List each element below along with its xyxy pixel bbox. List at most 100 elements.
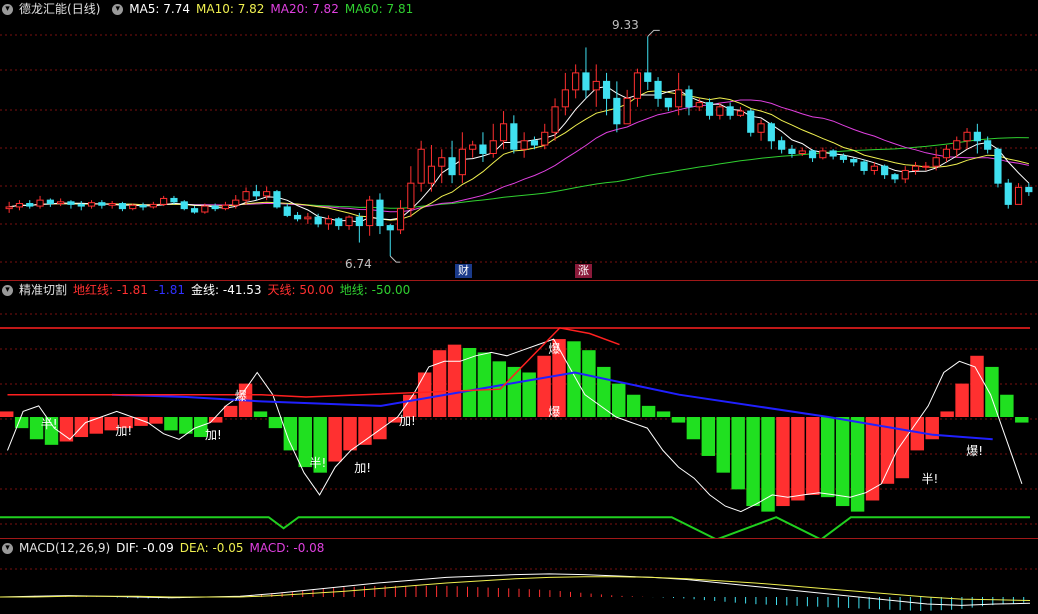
- candle-body: [953, 140, 961, 150]
- candle-body: [458, 148, 466, 176]
- indicator-header: ▾ 精准切割 地红线: -1.81 -1.81 金线: -41.53 天线: 50.00 地…: [0, 281, 416, 299]
- indicator-bar: [343, 417, 357, 451]
- candle-body: [654, 80, 662, 99]
- signal-label: 爆: [234, 388, 247, 403]
- candle-body: [705, 102, 714, 116]
- ma10-label: MA10: 7.82: [196, 2, 265, 16]
- indicator-bar: [417, 372, 432, 417]
- macd-value-label: MACD: -0.08: [249, 541, 325, 555]
- indicator-bar: [985, 366, 999, 417]
- indicator-bar: [223, 405, 238, 417]
- signal-label: 加!: [204, 427, 222, 442]
- collapse-icon[interactable]: ▾: [2, 285, 13, 296]
- candle-body: [551, 106, 559, 133]
- candle-body: [623, 97, 631, 125]
- candle-body: [15, 203, 24, 208]
- indicator-bar: [1015, 417, 1029, 423]
- dea-line: [0, 576, 1031, 601]
- settings-icon[interactable]: ▾: [112, 4, 124, 15]
- indicator-bar: [253, 411, 268, 417]
- signal-label: 加!: [399, 414, 416, 429]
- candle-body: [273, 191, 281, 208]
- candle-body: [304, 216, 312, 220]
- candle-body: [263, 191, 271, 197]
- ma5-label: MA5: 7.74: [129, 2, 190, 16]
- candle-body: [479, 144, 487, 154]
- stock-name: 德龙汇能: [19, 2, 68, 16]
- candle-body: [582, 72, 590, 91]
- candle-body: [829, 150, 837, 157]
- indicator-bar: [626, 394, 641, 417]
- indicator-bar: [656, 411, 671, 417]
- indicator-bar: [612, 383, 626, 417]
- low-price-label: 6.74: [345, 257, 372, 271]
- indicator-bar: [641, 405, 656, 417]
- indicator-bar: [850, 417, 865, 512]
- finance-badge[interactable]: 财: [455, 264, 472, 278]
- collapse-icon[interactable]: ▾: [2, 543, 13, 554]
- candle-body: [417, 148, 425, 184]
- candle-body: [335, 218, 343, 227]
- candle-body: [469, 144, 477, 150]
- candle-body: [942, 148, 951, 159]
- candle-body: [808, 150, 817, 159]
- dif-label: DIF: -0.09: [116, 541, 174, 555]
- indicator-bar: [955, 383, 969, 417]
- candle-body: [190, 208, 199, 213]
- indicator-name: 精准切割: [19, 283, 68, 297]
- candle-body: [592, 80, 600, 91]
- candle-body: [788, 148, 796, 154]
- indicator-bar: [821, 417, 835, 498]
- signal-label: 爆!: [966, 444, 984, 459]
- indicator-chart[interactable]: [0, 281, 1038, 538]
- macd-header: ▾ MACD(12,26,9) DIF: -0.09 DEA: -0.05 MACD: …: [0, 539, 330, 557]
- signal-label: 爆: [548, 405, 561, 420]
- indicator-bar: [149, 417, 163, 424]
- collapse-icon[interactable]: ▾: [2, 4, 13, 15]
- di-label: 地线: -50.00: [339, 283, 411, 297]
- candle-body: [911, 165, 920, 171]
- candle-body: [427, 165, 436, 184]
- signal-label: 半!: [40, 416, 58, 431]
- indicator-bar: [835, 417, 850, 507]
- candle-body: [98, 202, 106, 206]
- tian-label: 天线: 50.00: [267, 283, 334, 297]
- signal-label: 加!: [354, 461, 372, 476]
- dea-label: DEA: -0.05: [179, 541, 244, 555]
- candle-body: [366, 199, 374, 227]
- candle-body: [293, 214, 302, 220]
- price-chart[interactable]: [0, 0, 1038, 280]
- indicator-bar: [940, 411, 954, 417]
- ma60-label: MA60: 7.81: [344, 2, 414, 16]
- candle-body: [561, 89, 569, 108]
- candle-body: [108, 203, 116, 206]
- candle-body: [221, 204, 230, 210]
- macd-pane[interactable]: ▾ MACD(12,26,9) DIF: -0.09 DEA: -0.05 MACD: …: [0, 539, 1038, 614]
- indicator-bar: [373, 417, 387, 440]
- rise-badge[interactable]: 涨: [575, 264, 592, 278]
- signal-label: 加!: [115, 424, 133, 439]
- candle-body: [932, 157, 940, 167]
- candle-body: [87, 202, 96, 207]
- macd-name: MACD(12,26,9): [19, 541, 111, 555]
- signal-label: 爆: [548, 341, 561, 356]
- candle-body: [314, 216, 322, 225]
- low-pointer: [389, 255, 401, 263]
- candle-body: [644, 72, 652, 82]
- indicator-pane[interactable]: ▾ 精准切割 地红线: -1.81 -1.81 金线: -41.53 天线: 50.00 地…: [0, 281, 1038, 538]
- indicator-bar: [0, 411, 14, 417]
- candle-body: [448, 157, 456, 176]
- candle-body: [860, 161, 868, 171]
- indicator-bar: [328, 417, 342, 462]
- indicator-bar: [746, 417, 760, 507]
- candle-body: [994, 148, 1002, 184]
- indicator-bar: [1000, 394, 1014, 417]
- candle-body: [345, 216, 353, 227]
- candle-body: [149, 203, 157, 208]
- candle-body: [129, 204, 137, 210]
- ma20-line: [9, 99, 1029, 213]
- price-pane[interactable]: ▾ 德龙汇能(日线) ▾ MA5: 7.74 MA10: 7.82 MA20: 7.82…: [0, 0, 1038, 280]
- candle-body: [510, 123, 518, 150]
- candle-body: [633, 72, 642, 99]
- indicator-bar: [776, 417, 790, 507]
